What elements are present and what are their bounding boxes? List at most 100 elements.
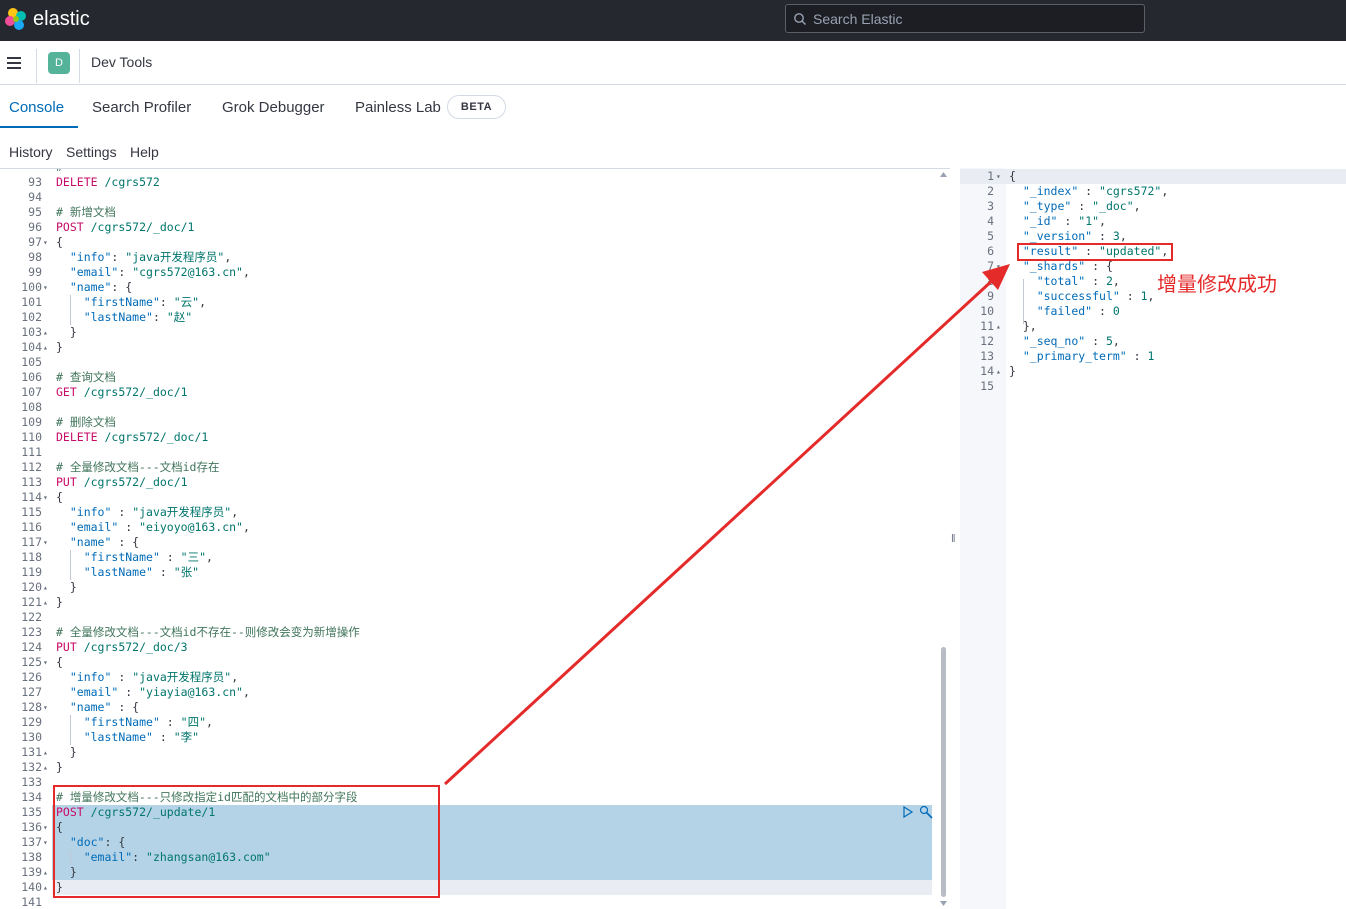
code-token: : { [111, 280, 133, 294]
code-token: "yiayia@163.cn" [139, 685, 243, 699]
search-icon [794, 13, 806, 25]
code-token: "successful" [1036, 289, 1120, 303]
fold-toggle-icon[interactable]: ▴ [43, 760, 51, 775]
code-token: : [111, 505, 133, 519]
wrench-icon[interactable] [919, 805, 933, 819]
hamburger-menu-icon[interactable] [5, 53, 25, 73]
fold-toggle-icon[interactable]: ▾ [43, 535, 51, 550]
code-token: "eiyoyo@163.cn" [139, 520, 243, 534]
code-line: GET /cgrs572/_doc/1 [56, 385, 188, 400]
response-viewer: 1 ▾{2 "_index" : "cgrs572", 3 "_type" : "_… [960, 168, 1346, 909]
help-link[interactable]: Help [130, 144, 159, 160]
code-token: }, [1009, 319, 1037, 333]
space-avatar[interactable]: D [48, 52, 70, 74]
code-token: : { [1085, 259, 1113, 273]
fold-toggle-icon[interactable]: ▴ [43, 340, 51, 355]
tab-grok-debugger[interactable]: Grok Debugger [222, 99, 325, 116]
fold-toggle-icon[interactable]: ▴ [996, 319, 1004, 334]
search-input[interactable] [813, 9, 1133, 29]
code-token: } [56, 595, 63, 609]
line-number: 131 [21, 745, 42, 759]
line-number: 114 [21, 490, 42, 504]
code-token: 1 [1147, 349, 1155, 363]
code-token: "cgrs572@163.cn" [132, 265, 243, 279]
fold-toggle-icon[interactable]: ▴ [43, 325, 51, 340]
code-line: "_shards" : { [1009, 259, 1113, 274]
fold-toggle-icon[interactable]: ▾ [996, 169, 1004, 184]
editor-scrollbar[interactable] [938, 169, 950, 909]
code-line: PUT /cgrs572/_doc/3 [56, 640, 188, 655]
line-number: 106 [21, 370, 42, 384]
fold-toggle-icon[interactable]: ▾ [43, 820, 51, 835]
line-number: 95 [28, 205, 42, 219]
code-token: : [1078, 184, 1100, 198]
fold-toggle-icon[interactable]: ▾ [43, 655, 51, 670]
code-token: , [231, 670, 239, 684]
fold-toggle-icon[interactable]: ▾ [43, 235, 51, 250]
code-token: , [199, 295, 207, 309]
code-token: "firstName" [83, 295, 160, 309]
breadcrumb-dev-tools: Dev Tools [91, 54, 153, 70]
fold-toggle-icon[interactable]: ▴ [43, 865, 51, 880]
code-token: , [1161, 184, 1169, 198]
code-token: "info" [69, 670, 112, 684]
code-token: /cgrs572/_doc/1 [97, 430, 209, 444]
fold-toggle-icon[interactable]: ▾ [996, 259, 1004, 274]
fold-toggle-icon[interactable]: ▾ [43, 490, 51, 505]
code-line: "_type" : "_doc", [1009, 199, 1141, 214]
fold-toggle-icon[interactable]: ▾ [43, 835, 51, 850]
line-number: 101 [21, 295, 42, 309]
fold-toggle-icon[interactable]: ▴ [43, 580, 51, 595]
code-token: , [1147, 289, 1155, 303]
panel-resizer-icon[interactable]: ‖ [951, 533, 957, 547]
code-token: : [1085, 274, 1106, 288]
line-number: 140 [21, 880, 42, 894]
global-search[interactable] [785, 4, 1145, 33]
top-header-bar: elastic [0, 0, 1346, 41]
line-number: 130 [21, 730, 42, 744]
divider [79, 49, 80, 83]
fold-toggle-icon[interactable]: ▾ [43, 700, 51, 715]
code-token: GET [56, 385, 77, 399]
tab-painless-lab[interactable]: Painless Lab [355, 99, 441, 116]
code-token: "java开发程序员" [132, 670, 232, 684]
tab-search-profiler[interactable]: Search Profiler [92, 99, 191, 116]
code-token: : [152, 310, 167, 324]
scroll-down-icon[interactable] [940, 901, 947, 906]
line-number: 97 [28, 235, 42, 249]
code-token: DELETE [56, 430, 98, 444]
update-request-highlight-box [53, 785, 440, 898]
fold-toggle-icon[interactable]: ▴ [43, 745, 51, 760]
code-line: "email" : "yiayia@163.cn", [56, 685, 250, 700]
fold-toggle-icon[interactable]: ▴ [43, 595, 51, 610]
elastic-logo-icon[interactable] [4, 7, 28, 31]
scroll-thumb[interactable] [941, 647, 946, 897]
play-icon[interactable] [903, 805, 914, 819]
line-number: 14 [980, 364, 994, 378]
code-token: , [206, 715, 213, 729]
settings-link[interactable]: Settings [66, 144, 117, 160]
response-current-line [960, 169, 1346, 184]
line-number: 118 [21, 550, 42, 564]
history-link[interactable]: History [9, 144, 53, 160]
code-token: "赵" [166, 310, 193, 324]
fold-toggle-icon[interactable]: ▴ [996, 364, 1004, 379]
scroll-up-icon[interactable] [940, 172, 947, 177]
fold-toggle-icon[interactable]: ▾ [43, 280, 51, 295]
tab-console[interactable]: Console [9, 99, 64, 116]
brand-name[interactable]: elastic [33, 8, 90, 31]
code-token: : [111, 250, 126, 264]
line-number: 99 [28, 265, 42, 279]
code-token: "lastName" [83, 310, 153, 324]
code-token: : [1092, 229, 1113, 243]
code-token: : [1126, 349, 1148, 363]
fold-toggle-icon[interactable]: ▴ [43, 880, 51, 895]
code-token: "firstName" [83, 715, 160, 729]
code-line: } [56, 325, 77, 340]
line-number: 98 [28, 250, 42, 264]
